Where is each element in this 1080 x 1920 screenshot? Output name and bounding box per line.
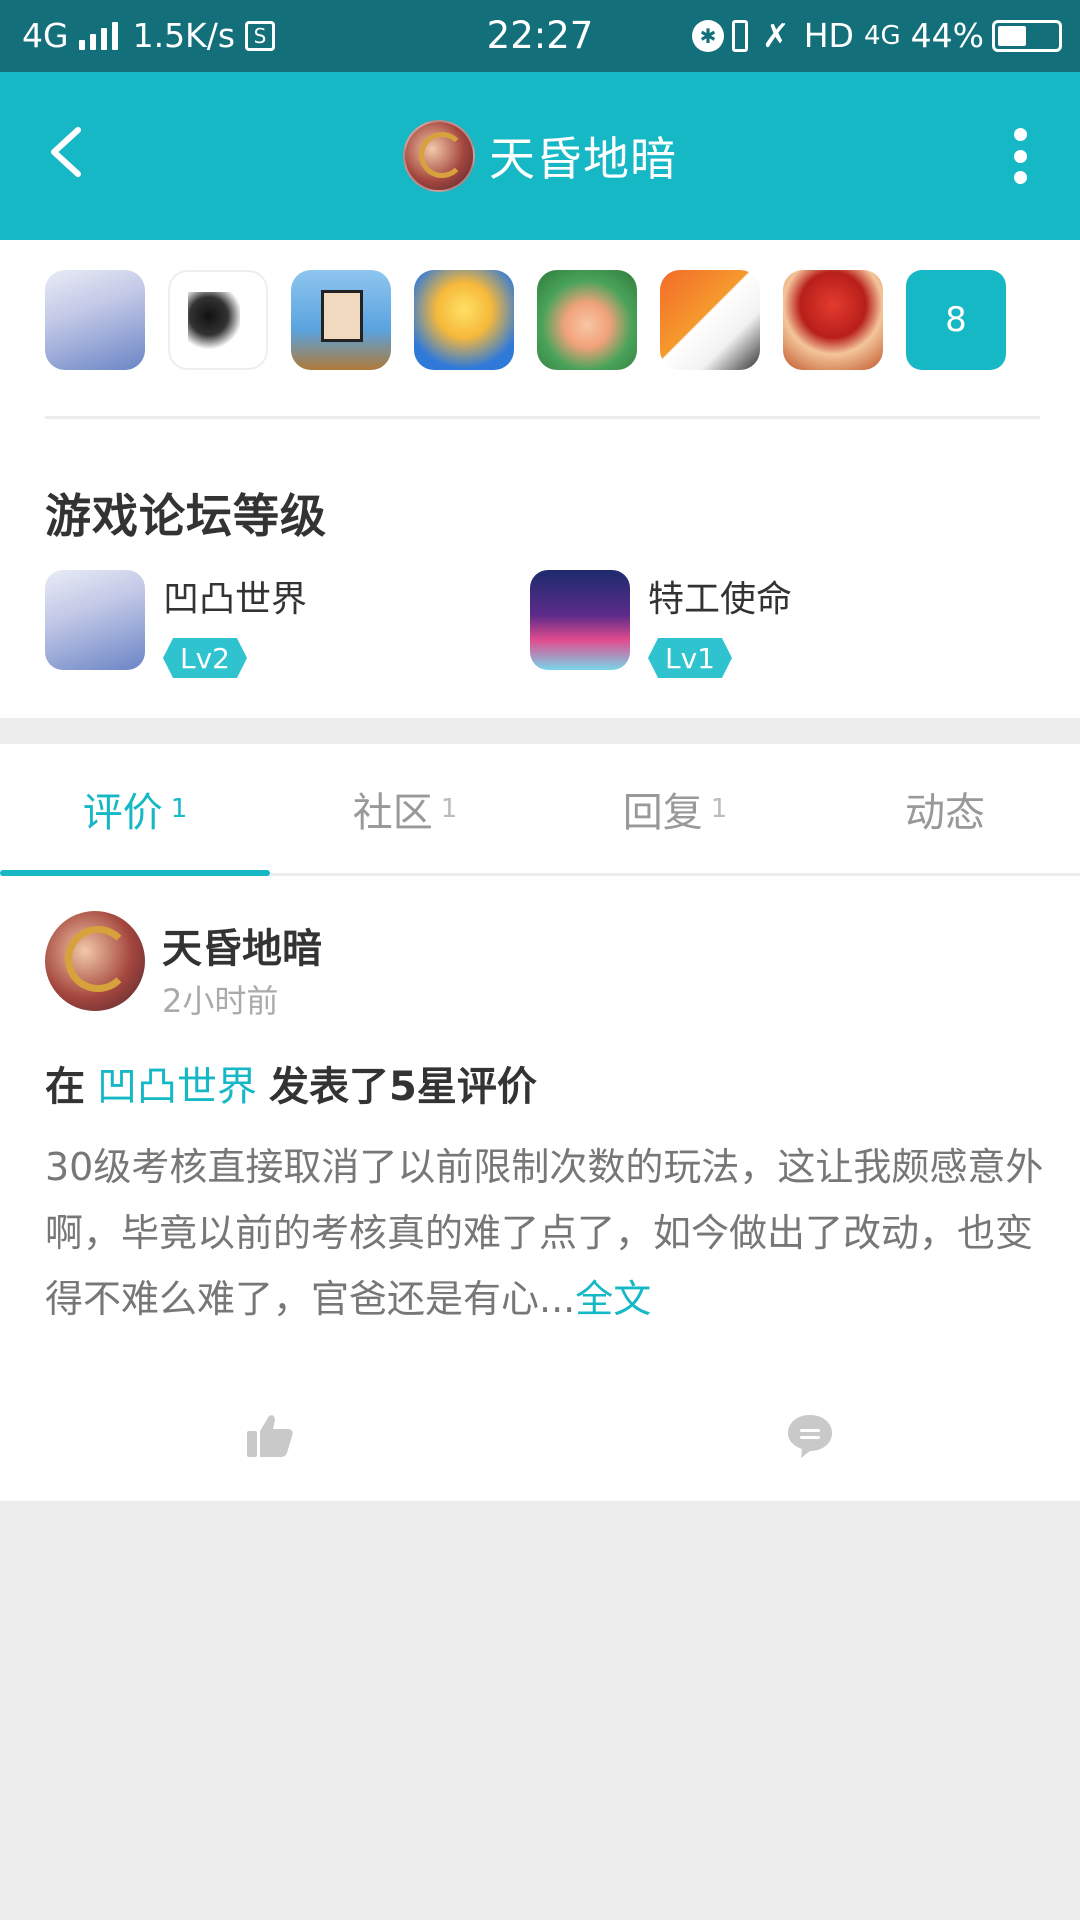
forum-level-heading: 游戏论坛等级 [45, 489, 327, 543]
game-icon-ink-sword[interactable] [168, 270, 268, 370]
header-title-group: 天昏地暗 [0, 120, 1080, 192]
game-icon-basketball[interactable] [783, 270, 883, 370]
author-name[interactable]: 天昏地暗 [162, 916, 322, 974]
tab-label: 评价 [82, 789, 163, 836]
game-icon [45, 570, 145, 670]
battery-percent: 44% [910, 16, 984, 55]
post-body-text: 30级考核直接取消了以前限制次数的玩法，这让我颇感意外啊，毕竟以前的考核真的难了… [45, 1145, 1044, 1321]
like-button[interactable] [0, 1396, 540, 1476]
forum-name: 特工使命 [648, 579, 793, 620]
user-avatar [403, 120, 475, 192]
status-bar: 4G 1.5K/s S 22:27 ✱ ✗ HD 4G 44% [0, 0, 1080, 72]
post-headline: 在凹凸世界 发表了5星评价 [45, 1054, 537, 1112]
level-badge: Lv2 [163, 638, 247, 678]
game-icon [530, 570, 630, 670]
author-avatar[interactable] [45, 911, 145, 1011]
vibrate-icon [732, 19, 749, 52]
tab-label: 动态 [905, 789, 985, 836]
comment-button[interactable] [540, 1396, 1080, 1476]
content-tabs: 评价 1 社区 1 回复 1 动态 [0, 744, 1080, 876]
tab-count: 1 [440, 793, 458, 824]
game-icon-aotu[interactable] [45, 270, 145, 370]
tab-reviews[interactable]: 评价 1 [0, 744, 270, 876]
bluetooth-icon: ✱ [692, 19, 725, 52]
headline-prefix: 在 [45, 1064, 85, 1110]
thumbs-up-icon [247, 1415, 293, 1457]
battery-icon [992, 19, 1062, 52]
divider [45, 416, 1040, 419]
level-badge: Lv1 [648, 638, 732, 678]
network-type-right: 4G [863, 20, 901, 51]
played-games-row: 8 [45, 270, 1006, 370]
forum-level-item[interactable]: 凹凸世界 Lv2 [45, 570, 307, 678]
headline-suffix: 发表了5星评价 [269, 1064, 537, 1110]
more-vertical-icon [1013, 128, 1027, 141]
game-icon-girl[interactable] [537, 270, 637, 370]
comment-icon [788, 1415, 832, 1458]
profile-games-section: 8 游戏论坛等级 凹凸世界 Lv2 特工使命 Lv1 [0, 240, 1080, 718]
tab-count: 1 [170, 793, 188, 824]
tab-label: 回复 [622, 789, 703, 836]
game-icon-ink-hero[interactable] [660, 270, 760, 370]
mute-icon: ✗ [762, 16, 790, 55]
tab-count: 1 [710, 793, 728, 824]
tab-replies[interactable]: 回复 1 [540, 744, 810, 873]
status-right: ✱ ✗ HD 4G 44% [692, 16, 1062, 55]
forum-name: 凹凸世界 [163, 579, 308, 620]
post-time: 2小时前 [162, 982, 279, 1020]
forum-level-item[interactable]: 特工使命 Lv1 [530, 570, 792, 678]
page-title: 天昏地暗 [489, 132, 677, 186]
tab-community[interactable]: 社区 1 [270, 744, 540, 873]
hd-label: HD [803, 16, 854, 55]
post-actions [0, 1396, 1080, 1476]
game-icon-dream[interactable] [414, 270, 514, 370]
more-games-button[interactable]: 8 [906, 270, 1006, 370]
review-post-card[interactable]: 天昏地暗 2小时前 在凹凸世界 发表了5星评价 30级考核直接取消了以前限制次数的… [0, 876, 1080, 1501]
read-more-link[interactable]: 全文 [575, 1277, 651, 1321]
tab-label: 社区 [352, 789, 433, 836]
more-options-button[interactable] [1010, 128, 1030, 184]
game-icon-pixel[interactable] [291, 270, 391, 370]
post-body: 30级考核直接取消了以前限制次数的玩法，这让我颇感意外啊，毕竟以前的考核真的难了… [45, 1134, 1045, 1332]
header-bar: 天昏地暗 [0, 72, 1080, 240]
tab-activity[interactable]: 动态 [810, 744, 1080, 873]
game-link[interactable]: 凹凸世界 [97, 1064, 257, 1110]
